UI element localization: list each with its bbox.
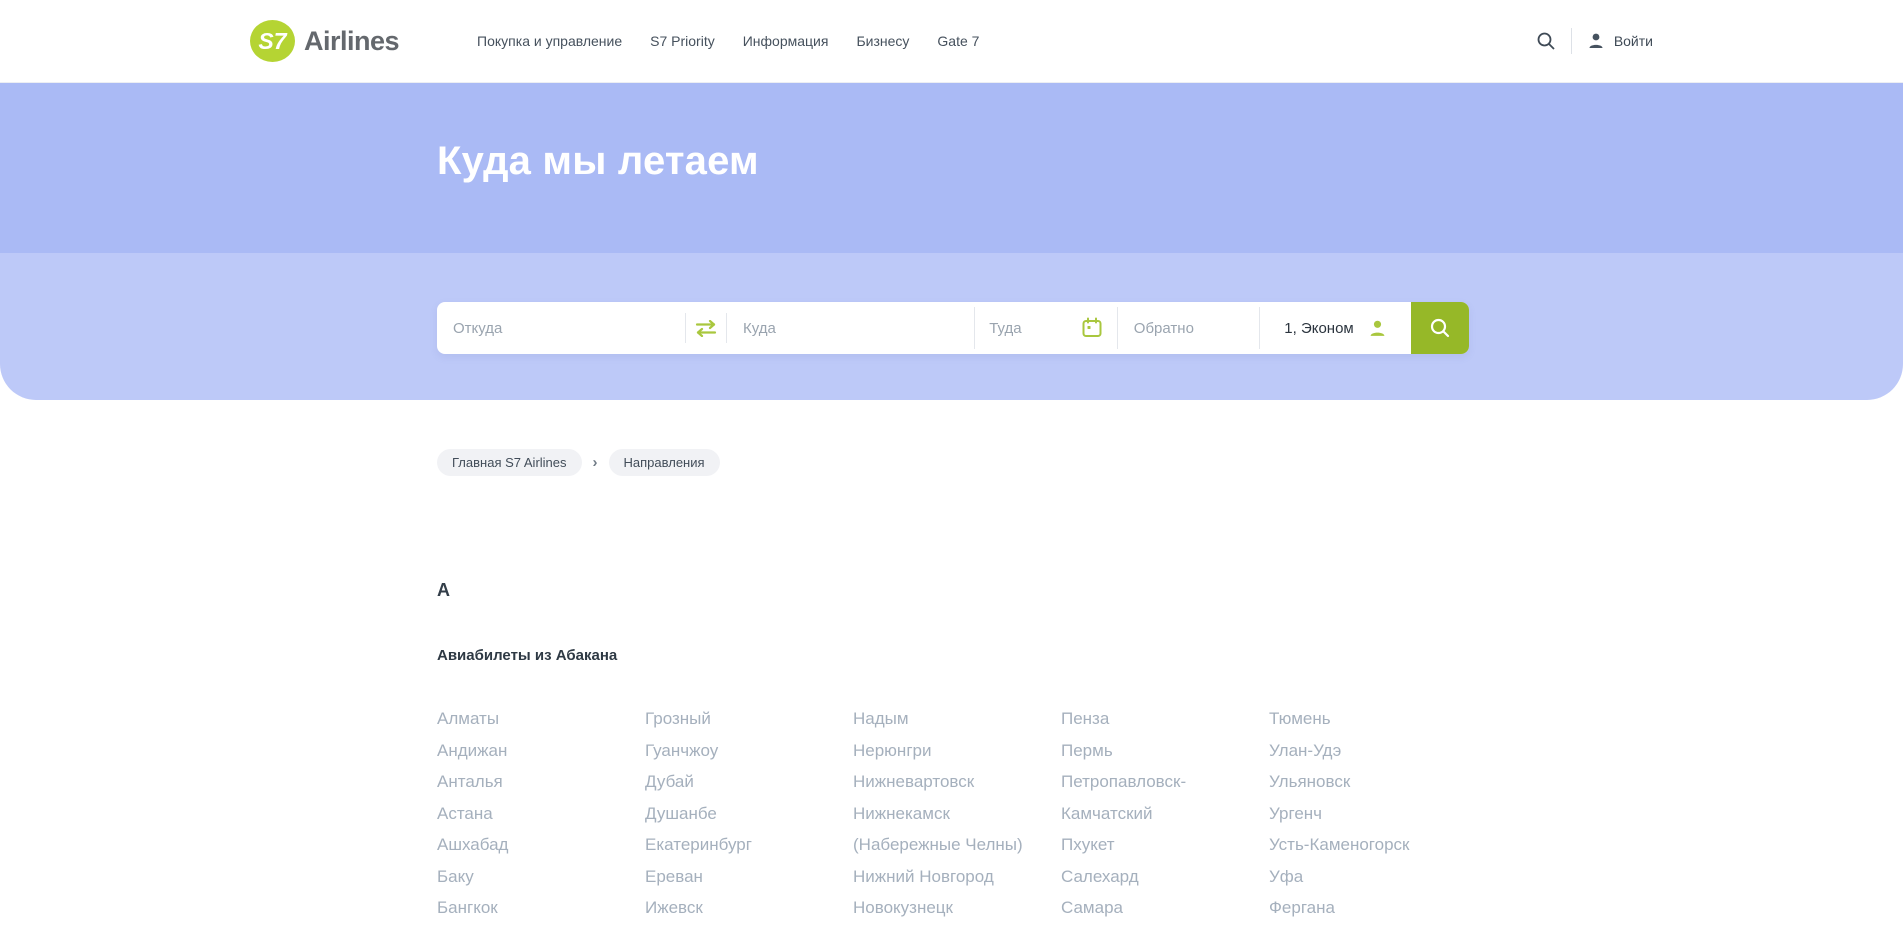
breadcrumb-current: Направления [609,449,720,476]
city-link[interactable]: Усть-Каменогорск [1269,829,1449,861]
city-link[interactable]: Нижневартовск [853,766,1033,798]
chevron-right-icon: › [593,455,598,470]
nav-item[interactable]: S7 Priority [650,33,715,49]
city-link[interactable]: Дубай [645,766,825,798]
city-link[interactable]: Салехард [1061,861,1241,893]
city-link[interactable]: Анталья [437,766,617,798]
s7-logo-badge: S7 [250,20,295,62]
city-column-5: ТюменьУлан-УдэУльяновскУргенчУсть-Камено… [1269,703,1449,927]
nav-item[interactable]: Бизнесу [856,33,909,49]
header-divider [1571,28,1572,54]
city-link[interactable]: Пхукет [1061,829,1241,861]
city-link[interactable]: Ереван [645,861,825,893]
header-actions: Войти [1536,28,1653,54]
city-link[interactable]: Алматы [437,703,617,735]
passengers-class-selector[interactable]: 1, Эконом [1260,302,1411,354]
city-link[interactable]: Самара [1061,892,1241,924]
depart-date-input[interactable] [989,320,1067,337]
login-button[interactable]: Войти [1587,32,1653,50]
city-link[interactable]: Нижний Новгород [853,861,1033,893]
city-link[interactable]: Ижевск [645,892,825,924]
search-icon [1428,316,1452,340]
passengers-value: 1, Эконом [1284,320,1353,337]
login-label: Войти [1614,33,1653,49]
search-icon[interactable] [1536,31,1556,51]
swap-cities-button[interactable] [686,302,726,354]
city-column-1: АлматыАндижанАнтальяАстанаАшхабадБакуБан… [437,703,617,927]
city-link[interactable]: Бангкок [437,892,617,924]
city-link[interactable]: Улан-Удэ [1269,735,1449,767]
search-panel: 1, Эконом [0,253,1903,400]
user-icon [1587,32,1605,50]
nav-item[interactable]: Информация [743,33,829,49]
city-link[interactable]: Ульяновск [1269,766,1449,798]
origin-input[interactable] [437,302,685,354]
swap-icon [695,320,717,337]
city-link[interactable]: Грозный [645,703,825,735]
city-link[interactable]: Петропавловск-Камчатский [1061,766,1241,829]
return-date-input[interactable] [1118,302,1259,354]
city-link[interactable]: Екатеринбург [645,829,825,861]
header: S7 Airlines Покупка и управление S7 Prio… [0,0,1903,83]
nav-item[interactable]: Gate 7 [937,33,979,49]
city-link[interactable]: Астана [437,798,617,830]
s7-logo-text: Airlines [304,26,399,57]
section-title: Авиабилеты из Абакана [437,647,1903,664]
main-nav: Покупка и управление S7 Priority Информа… [477,33,979,49]
depart-date-field[interactable] [975,302,1117,354]
breadcrumb-home[interactable]: Главная S7 Airlines [437,449,582,476]
city-link[interactable]: Нерюнгри [853,735,1033,767]
city-link[interactable]: Душанбе [645,798,825,830]
flight-search-form: 1, Эконом [437,302,1469,354]
search-submit-button[interactable] [1411,302,1469,354]
city-column-4: ПензаПермьПетропавловск-КамчатскийПхукет… [1061,703,1241,927]
city-link[interactable]: Ургенч [1269,798,1449,830]
letter-heading: А [437,580,1903,601]
breadcrumb: Главная S7 Airlines › Направления [437,449,1903,476]
city-link[interactable]: Андижан [437,735,617,767]
city-link[interactable]: Уфа [1269,861,1449,893]
city-link[interactable]: Гуанчжоу [645,735,825,767]
hero-banner: Куда мы летаем [0,83,1903,253]
s7-logo[interactable]: S7 Airlines [250,20,399,62]
city-link[interactable]: Самарканд [1061,924,1241,927]
city-link[interactable]: Новокузнецк [853,892,1033,924]
city-column-3: НадымНерюнгриНижневартовскНижнекамск (На… [853,703,1033,927]
calendar-icon [1081,317,1103,339]
nav-item[interactable]: Покупка и управление [477,33,622,49]
passenger-icon [1368,319,1387,338]
city-link[interactable]: Нижнекамск (Набережные Челны) [853,798,1033,861]
destination-input[interactable] [727,302,974,354]
city-link[interactable]: Надым [853,703,1033,735]
city-link[interactable]: Ашхабад [437,829,617,861]
page-title: Куда мы летаем [0,83,1903,184]
city-link[interactable]: Новосибирск [853,924,1033,927]
city-column-2: ГрозныйГуанчжоуДубайДушанбеЕкатеринбургЕ… [645,703,825,927]
city-link[interactable]: Тюмень [1269,703,1449,735]
city-link[interactable]: Баку [437,861,617,893]
city-link[interactable]: Фергана [1269,892,1449,924]
city-grid: АлматыАндижанАнтальяАстанаАшхабадБакуБан… [437,703,1903,927]
city-link[interactable]: Пенза [1061,703,1241,735]
city-link[interactable]: Пермь [1061,735,1241,767]
